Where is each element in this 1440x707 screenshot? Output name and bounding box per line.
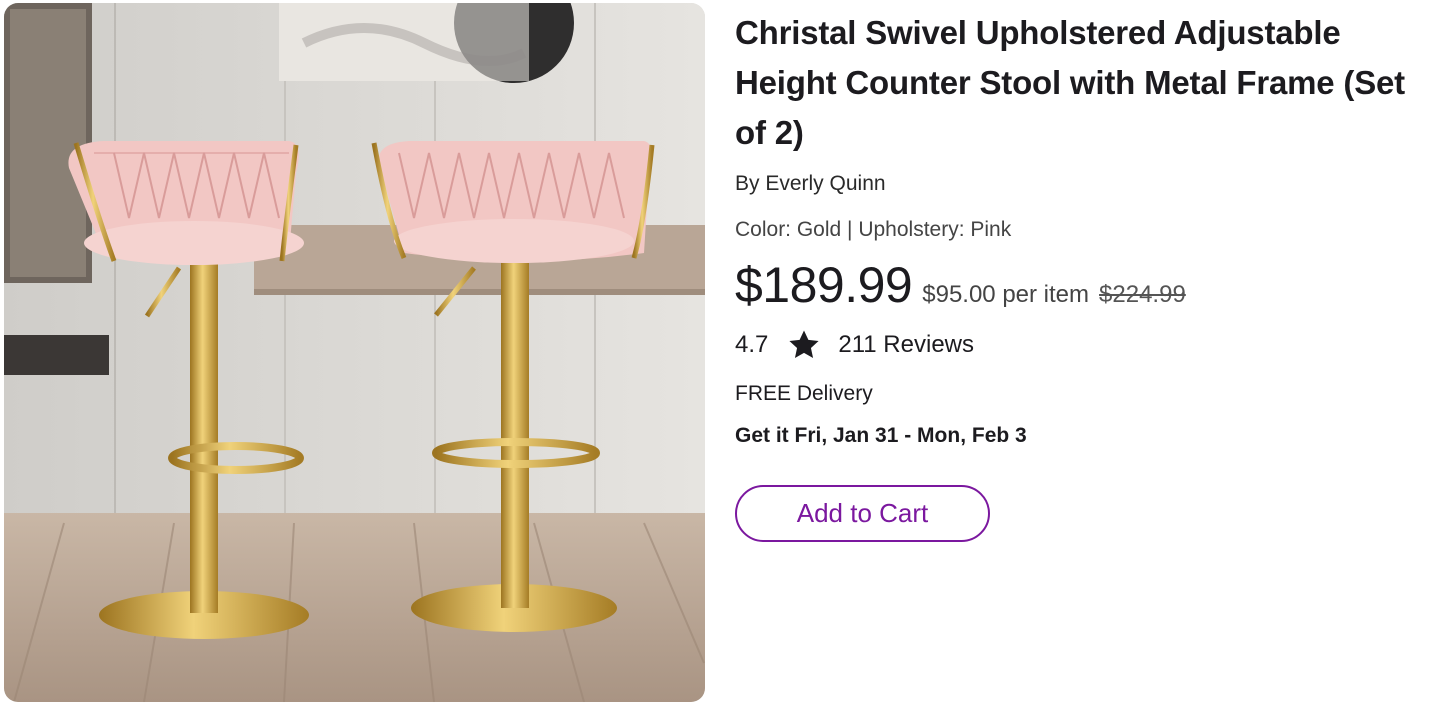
add-to-cart-button[interactable]: Add to Cart bbox=[735, 485, 990, 542]
product-title: Christal Swivel Upholstered Adjustable H… bbox=[735, 14, 1405, 151]
rating-value: 4.7 bbox=[735, 331, 769, 358]
product-options: Color: Gold | Upholstery: Pink bbox=[735, 218, 1012, 241]
product-image[interactable] bbox=[4, 3, 705, 702]
delivery-date: Get it Fri, Jan 31 - Mon, Feb 3 bbox=[735, 424, 1027, 447]
product-page: Christal Swivel Upholstered Adjustable H… bbox=[0, 0, 1440, 707]
product-info: Christal Swivel Upholstered Adjustable H… bbox=[735, 8, 1415, 542]
per-item-price: $95.00 per item bbox=[922, 281, 1090, 308]
reviews-link[interactable]: 211 Reviews bbox=[838, 331, 974, 359]
brand-link[interactable]: By Everly Quinn bbox=[735, 172, 1415, 196]
price-row: $189.99 $95.00 per item $224.99 bbox=[735, 256, 1415, 314]
original-price: $224.99 bbox=[1099, 281, 1186, 308]
rating-row[interactable]: 4.7 211 Reviews bbox=[735, 328, 1415, 362]
sale-price: $189.99 bbox=[735, 257, 913, 313]
stool-photo-illustration bbox=[4, 3, 705, 702]
star-icon bbox=[789, 330, 819, 359]
delivery-label: FREE Delivery bbox=[735, 382, 873, 405]
